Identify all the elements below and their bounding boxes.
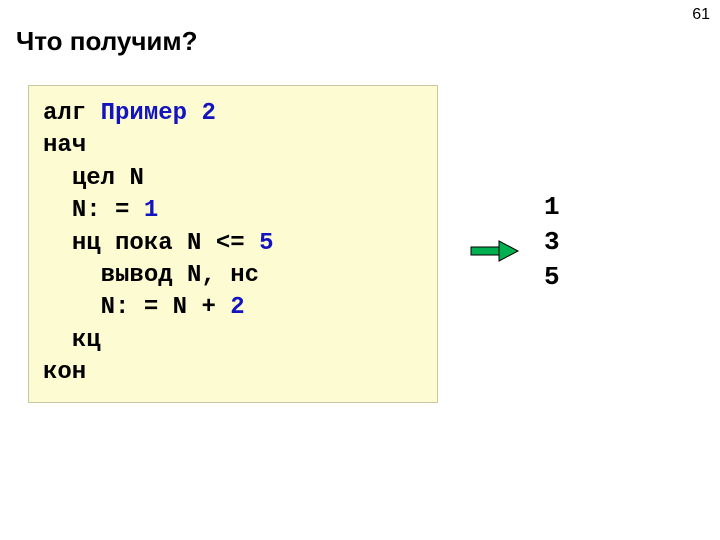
cond-var: N bbox=[187, 230, 201, 257]
alg-name: Пример 2 bbox=[101, 100, 216, 127]
output-block: 1 3 5 bbox=[544, 190, 560, 295]
kw-cel: цел bbox=[72, 165, 115, 192]
kw-nach: нач bbox=[43, 132, 86, 159]
assign-lhs: N: bbox=[72, 197, 101, 224]
arrow-right-icon bbox=[468, 237, 523, 265]
var-n-decl: N bbox=[129, 165, 143, 192]
kw-kon: кон bbox=[43, 359, 86, 386]
kw-kc: кц bbox=[72, 327, 101, 354]
literal-5: 5 bbox=[259, 230, 273, 257]
kw-nc-poka: нц пока bbox=[72, 230, 173, 257]
kw-vyvod: вывод bbox=[101, 262, 173, 289]
page-number: 61 bbox=[692, 6, 710, 24]
code-block: алг Пример 2 нач цел N N: = 1 нц пока N … bbox=[28, 85, 438, 403]
cond-op: <= bbox=[216, 230, 245, 257]
assign-eq: = bbox=[115, 197, 129, 224]
step-plus: + bbox=[201, 294, 215, 321]
step-eq: = bbox=[144, 294, 158, 321]
kw-alg: алг bbox=[43, 100, 86, 127]
literal-1: 1 bbox=[144, 197, 158, 224]
step-lhs: N: bbox=[101, 294, 130, 321]
step-rhs-n: N bbox=[173, 294, 187, 321]
literal-2: 2 bbox=[230, 294, 244, 321]
page-title: Что получим? bbox=[16, 26, 198, 57]
vyvod-args: N, нс bbox=[187, 262, 259, 289]
